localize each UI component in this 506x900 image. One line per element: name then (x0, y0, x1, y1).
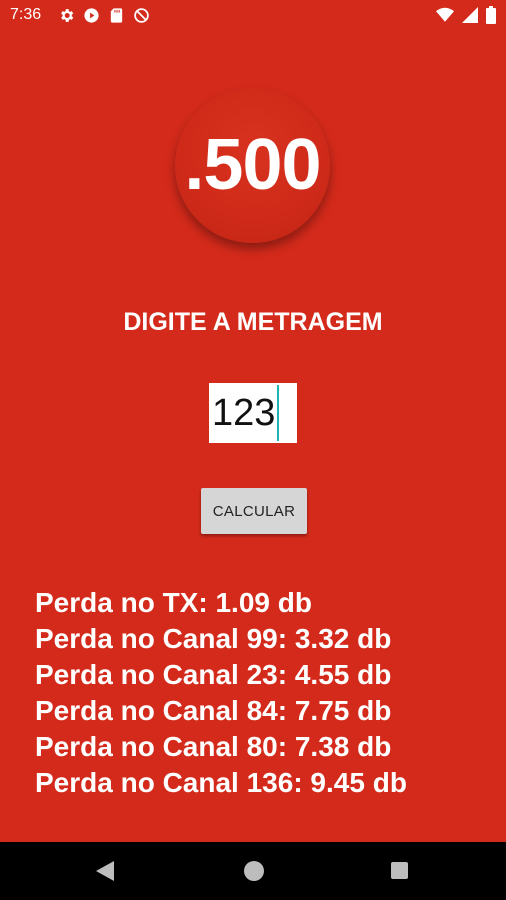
recents-icon[interactable] (391, 862, 408, 879)
result-channel-136: Perda no Canal 136: 9.45 db (35, 767, 407, 798)
status-notification-icons (58, 7, 150, 24)
status-time: 7:36 (10, 6, 42, 23)
calculate-button[interactable]: CALCULAR (201, 488, 307, 534)
wifi-icon (436, 7, 454, 28)
result-tx: Perda no TX: 1.09 db (35, 587, 312, 618)
meter-input[interactable]: 123 (209, 383, 297, 443)
status-system-icons (436, 6, 496, 29)
app-screen: 7:36 .500 DIGITE A METRAGEM 123 CALCULAR… (0, 0, 506, 842)
logo-text: .500 (184, 125, 321, 205)
sd-card-icon (108, 7, 125, 24)
logo-badge: .500 (175, 88, 330, 243)
prompt-label: DIGITE A METRAGEM (123, 308, 383, 336)
gear-icon (58, 7, 75, 24)
signal-icon (462, 7, 478, 28)
home-icon[interactable] (244, 861, 264, 881)
back-icon[interactable] (96, 861, 114, 886)
play-icon (83, 7, 100, 24)
navigation-bar (0, 842, 506, 900)
results-list: Perda no TX: 1.09 db Perda no Canal 99: … (35, 585, 495, 801)
result-channel-80: Perda no Canal 80: 7.38 db (35, 731, 392, 762)
result-channel-99: Perda no Canal 99: 3.32 db (35, 623, 392, 654)
battery-icon (486, 6, 496, 29)
result-channel-23: Perda no Canal 23: 4.55 db (35, 659, 392, 690)
meter-input-value: 123 (212, 391, 276, 434)
blocked-icon (133, 7, 150, 24)
text-caret (277, 385, 280, 441)
result-channel-84: Perda no Canal 84: 7.75 db (35, 695, 392, 726)
status-bar: 7:36 (0, 0, 506, 32)
